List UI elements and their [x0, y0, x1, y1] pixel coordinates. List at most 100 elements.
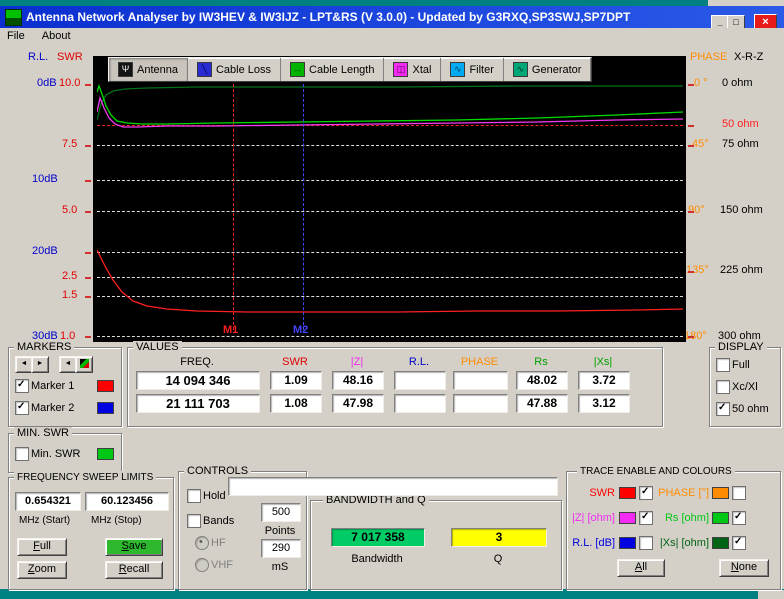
- save-button[interactable]: Save: [105, 538, 163, 556]
- m1-xs-value[interactable]: 3.72: [578, 371, 630, 390]
- axis-tick: [85, 277, 91, 279]
- trace-z-swatch[interactable]: [619, 512, 636, 524]
- marker1-checkbox[interactable]: ✓: [15, 379, 29, 393]
- trace-rl-swatch[interactable]: [619, 537, 636, 549]
- marker2-color-swatch[interactable]: [97, 402, 114, 414]
- comment-field[interactable]: [228, 477, 558, 496]
- generator-icon: ∿: [513, 62, 528, 77]
- axis-tick: [688, 336, 694, 338]
- menu-bar: File About: [0, 28, 784, 46]
- m1-swr-value[interactable]: 1.09: [270, 371, 322, 390]
- axis-tick: [85, 296, 91, 298]
- m2-freq-value[interactable]: 21 111 703: [136, 394, 260, 413]
- col-header-swr: SWR: [270, 356, 320, 368]
- marker-line-m1[interactable]: [233, 84, 234, 330]
- ms-field[interactable]: 290: [261, 539, 301, 558]
- marker-next-button[interactable]: ►: [31, 356, 49, 373]
- trace-swr-checkbox[interactable]: ✓: [639, 486, 653, 500]
- stop-freq-label: MHz (Stop): [91, 515, 142, 526]
- hf-radio[interactable]: •: [195, 536, 209, 550]
- trace-enable-group: TRACE ENABLE AND COLOURS SWR ✓ PHASE [°]…: [566, 471, 781, 590]
- trace-z-checkbox[interactable]: ✓: [639, 511, 653, 525]
- phase-axis-title: PHASE: [690, 51, 727, 63]
- min-swr-checkbox[interactable]: [15, 447, 29, 461]
- tab-generator[interactable]: ∿ Generator: [504, 58, 592, 81]
- m2-rs-value[interactable]: 47.88: [516, 394, 568, 413]
- hold-checkbox[interactable]: [187, 489, 201, 503]
- trace-swr-swatch[interactable]: [619, 487, 636, 499]
- tab-label: Filter: [469, 64, 493, 76]
- points-field[interactable]: 500: [261, 503, 301, 522]
- bandwidth-label: Bandwidth: [331, 553, 423, 565]
- bands-checkbox[interactable]: [187, 514, 201, 528]
- antenna-icon: Ψ: [118, 62, 133, 77]
- marker2-checkbox[interactable]: ✓: [15, 401, 29, 415]
- display-xcxl-checkbox[interactable]: [716, 380, 730, 394]
- m1-phase-value[interactable]: [453, 371, 508, 390]
- m2-rl-value[interactable]: [394, 394, 446, 413]
- trace-rs-swatch[interactable]: [712, 512, 729, 524]
- trace-rs-checkbox[interactable]: ✓: [732, 511, 746, 525]
- tab-cable-loss[interactable]: ╲ Cable Loss: [188, 58, 281, 81]
- q-value: 3: [451, 528, 547, 547]
- trace-xs-checkbox[interactable]: ✓: [732, 536, 746, 550]
- marker-goto-button[interactable]: [75, 356, 93, 373]
- col-header-rl: R.L.: [394, 356, 444, 368]
- min-swr-label: Min. SWR: [31, 448, 81, 460]
- bands-label: Bands: [203, 515, 234, 527]
- col-header-xs: |Xs|: [578, 356, 628, 368]
- tab-xtal[interactable]: ◫ Xtal: [384, 58, 441, 81]
- trace-phase-swatch[interactable]: [712, 487, 729, 499]
- trace-rl-label: R.L. [dB]: [567, 537, 615, 549]
- trace-rs-label: Rs [ohm]: [653, 512, 709, 524]
- plot[interactable]: M1 M2: [97, 84, 683, 337]
- trace-Xs: [97, 86, 683, 120]
- start-freq-field[interactable]: 0.654321: [15, 492, 81, 511]
- sweep-limits-group: FREQUENCY SWEEP LIMITS 0.654321 60.12345…: [8, 477, 174, 590]
- axis-label: 45°: [692, 138, 709, 150]
- no-traces-button[interactable]: None: [719, 559, 769, 577]
- recall-button[interactable]: Recall: [105, 561, 163, 579]
- ms-label: mS: [261, 561, 299, 573]
- m1-rl-value[interactable]: [394, 371, 446, 390]
- trace-Z: [97, 98, 683, 127]
- marker1-color-swatch[interactable]: [97, 380, 114, 392]
- axis-label: 150 ohm: [720, 204, 763, 216]
- axis-label: 10.0: [59, 77, 80, 89]
- axis-label: 225 ohm: [720, 264, 763, 276]
- zoom-button[interactable]: Zoom: [17, 561, 67, 579]
- trace-phase-checkbox[interactable]: [732, 486, 746, 500]
- marker-goto-icon: [80, 359, 89, 368]
- axis-tick: [85, 211, 91, 213]
- tab-antenna[interactable]: Ψ Antenna: [109, 58, 188, 81]
- m1-rs-value[interactable]: 48.02: [516, 371, 568, 390]
- trace-rl-checkbox[interactable]: [639, 536, 653, 550]
- all-traces-button[interactable]: All: [617, 559, 665, 577]
- m2-phase-value[interactable]: [453, 394, 508, 413]
- m2-label: M2: [293, 324, 308, 336]
- display-group: DISPLAY Full Xc/Xl ✓ 50 ohm: [709, 347, 781, 427]
- m1-freq-value[interactable]: 14 094 346: [136, 371, 260, 390]
- m2-z-value[interactable]: 47.98: [332, 394, 384, 413]
- m2-swr-value[interactable]: 1.08: [270, 394, 322, 413]
- marker2-label: Marker 2: [31, 402, 74, 414]
- menu-about[interactable]: About: [35, 28, 78, 42]
- trace-xs-swatch[interactable]: [712, 537, 729, 549]
- menu-file[interactable]: File: [0, 28, 32, 42]
- m1-z-value[interactable]: 48.16: [332, 371, 384, 390]
- m2-xs-value[interactable]: 3.12: [578, 394, 630, 413]
- vhf-radio[interactable]: [195, 558, 209, 572]
- full-sweep-button[interactable]: Full: [17, 538, 67, 556]
- group-title: TRACE ENABLE AND COLOURS: [577, 465, 735, 478]
- tab-cable-length[interactable]: ↔ Cable Length: [281, 58, 384, 81]
- tab-filter[interactable]: ∿ Filter: [441, 58, 503, 81]
- display-50ohm-checkbox[interactable]: ✓: [716, 402, 730, 416]
- stop-freq-field[interactable]: 60.123456: [85, 492, 169, 511]
- group-title: MIN. SWR: [14, 427, 72, 440]
- display-full-checkbox[interactable]: [716, 358, 730, 372]
- axis-tick: [688, 211, 694, 213]
- axis-tick: [85, 145, 91, 147]
- desktop: { "window": { "title": "Antenna Network …: [0, 0, 784, 599]
- min-swr-color-swatch[interactable]: [97, 448, 114, 460]
- marker-line-m2[interactable]: [303, 84, 304, 330]
